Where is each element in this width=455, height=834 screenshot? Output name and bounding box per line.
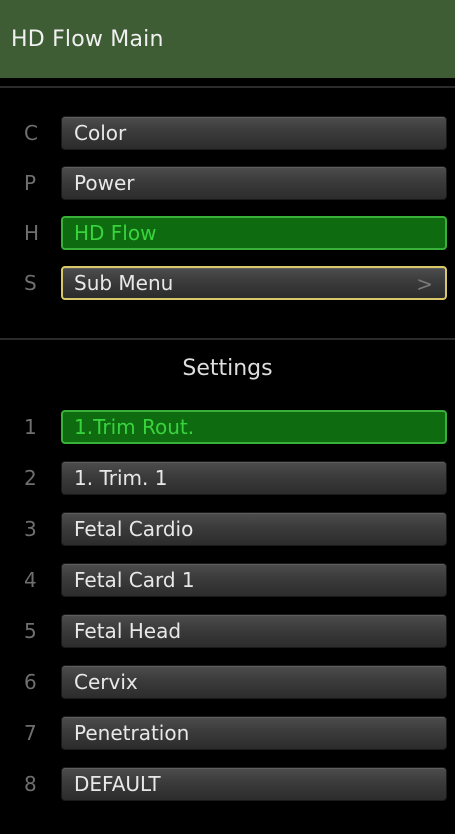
button-label: 1.Trim Rout. <box>74 415 195 439</box>
preset-button-penetration[interactable]: Penetration <box>61 716 447 750</box>
settings-key: 8 <box>24 772 37 796</box>
settings-key: 7 <box>24 721 37 745</box>
settings-heading: Settings <box>182 356 273 381</box>
settings-row: 5 Fetal Head <box>0 614 455 648</box>
preset-button-default[interactable]: DEFAULT <box>61 767 447 801</box>
button-label: Sub Menu <box>74 271 174 295</box>
settings-key: 1 <box>24 415 37 439</box>
preset-button-fetal-head[interactable]: Fetal Head <box>61 614 447 648</box>
power-mode-button[interactable]: Power <box>61 166 447 200</box>
mode-row-sub-menu: S Sub Menu > <box>0 266 455 300</box>
mode-row-color: C Color <box>0 116 455 150</box>
mode-row-hd-flow: H HD Flow <box>0 216 455 250</box>
button-label: Color <box>74 121 127 145</box>
settings-row: 4 Fetal Card 1 <box>0 563 455 597</box>
mode-row-power: P Power <box>0 166 455 200</box>
preset-button-fetal-cardio[interactable]: Fetal Cardio <box>61 512 447 546</box>
button-label: 1. Trim. 1 <box>74 466 168 490</box>
button-label: Cervix <box>74 670 138 694</box>
settings-row: 3 Fetal Cardio <box>0 512 455 546</box>
preset-button-cervix[interactable]: Cervix <box>61 665 447 699</box>
button-label: Fetal Cardio <box>74 517 194 541</box>
settings-key: 6 <box>24 670 37 694</box>
divider <box>0 86 455 88</box>
mode-key: P <box>24 171 37 195</box>
page-title: HD Flow Main <box>11 26 164 52</box>
color-mode-button[interactable]: Color <box>61 116 447 150</box>
title-bar: HD Flow Main <box>0 0 455 78</box>
divider <box>0 338 455 340</box>
button-label: DEFAULT <box>74 772 161 796</box>
settings-key: 2 <box>24 466 37 490</box>
button-label: Penetration <box>74 721 190 745</box>
preset-button-trim-1[interactable]: 1. Trim. 1 <box>61 461 447 495</box>
settings-row: 2 1. Trim. 1 <box>0 461 455 495</box>
settings-key: 4 <box>24 568 37 592</box>
button-label: Power <box>74 171 135 195</box>
settings-row: 7 Penetration <box>0 716 455 750</box>
mode-key: C <box>24 121 38 145</box>
mode-key: S <box>24 271 37 295</box>
button-label: Fetal Card 1 <box>74 568 195 592</box>
settings-row: 8 DEFAULT <box>0 767 455 801</box>
chevron-right-icon: > <box>416 272 433 296</box>
button-label: Fetal Head <box>74 619 182 643</box>
settings-key: 5 <box>24 619 37 643</box>
preset-button-trim-rout[interactable]: 1.Trim Rout. <box>61 410 447 444</box>
sub-menu-button[interactable]: Sub Menu > <box>61 266 447 300</box>
settings-row: 1 1.Trim Rout. <box>0 410 455 444</box>
mode-key: H <box>24 221 40 245</box>
settings-key: 3 <box>24 517 37 541</box>
button-label: HD Flow <box>74 221 157 245</box>
settings-row: 6 Cervix <box>0 665 455 699</box>
preset-button-fetal-card-1[interactable]: Fetal Card 1 <box>61 563 447 597</box>
hd-flow-mode-button[interactable]: HD Flow <box>61 216 447 250</box>
